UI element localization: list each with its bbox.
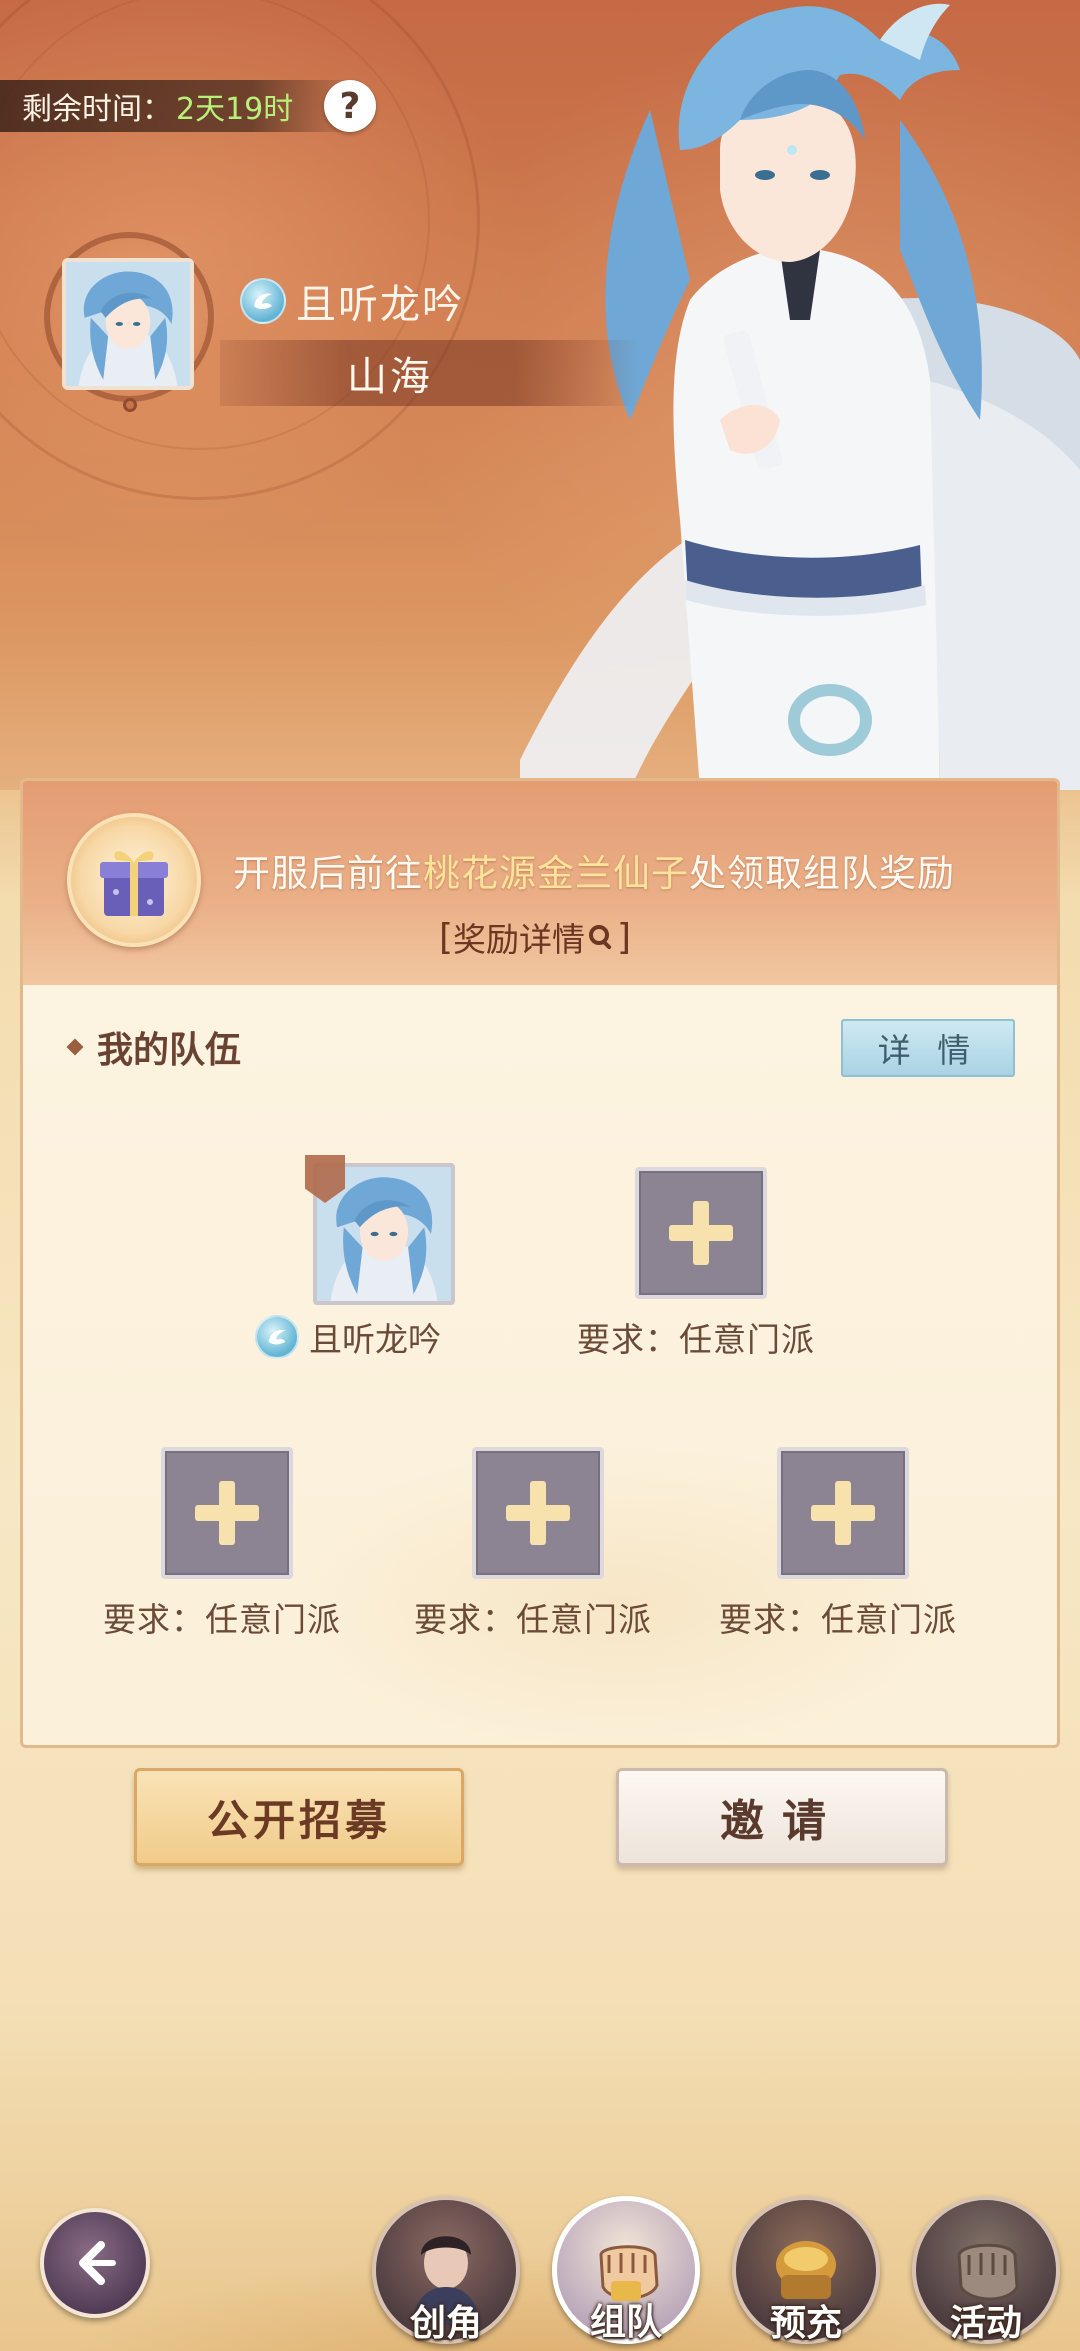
team-member-name: 且听龙吟 xyxy=(309,1320,441,1359)
help-question-icon[interactable]: ? xyxy=(324,80,376,132)
invite-button[interactable]: 邀请 xyxy=(616,1768,948,1866)
magnifier-icon xyxy=(589,925,612,950)
nav-create-character[interactable]: 创角 xyxy=(372,2196,520,2344)
remaining-time-value: 2天19时 xyxy=(176,92,294,127)
reward-text-suffix: 处领取组队奖励 xyxy=(689,852,955,895)
reward-instruction: 开服后前往桃花源金兰仙子处领取组队奖励 xyxy=(233,843,955,897)
my-team-title: 我的队伍 xyxy=(97,1030,242,1071)
nav-label: 创角 xyxy=(409,2303,482,2344)
nav-activity[interactable]: 活动 xyxy=(912,2196,1060,2344)
server-name-band: 山海 xyxy=(220,340,640,406)
nav-label: 预充 xyxy=(769,2303,842,2344)
nav-label: 组队 xyxy=(589,2302,662,2343)
player-name-row: 且听龙吟 xyxy=(240,272,464,330)
public-recruit-button[interactable]: 公开招募 xyxy=(134,1768,464,1866)
plus-icon xyxy=(811,1481,875,1545)
slot-requirement: 要求：任意门派 xyxy=(719,1600,957,1639)
avatar-frame-ornament xyxy=(123,398,137,412)
empty-team-slot[interactable] xyxy=(161,1447,293,1579)
remaining-time-banner: 剩余时间： 2天19时 xyxy=(0,80,360,132)
back-button[interactable] xyxy=(40,2208,150,2318)
plus-icon xyxy=(506,1481,570,1545)
my-team-heading: 我的队伍 xyxy=(66,1021,242,1073)
player-name: 且听龙吟 xyxy=(296,282,464,328)
reward-details-label: 奖励详情 xyxy=(453,920,586,959)
nav-label: 活动 xyxy=(949,2303,1022,2344)
empty-team-slot[interactable] xyxy=(777,1447,909,1579)
plus-icon xyxy=(195,1481,259,1545)
sect-dragon-icon xyxy=(255,1315,299,1359)
reward-header: 开服后前往桃花源金兰仙子处领取组队奖励 [ 奖励详情 ] xyxy=(23,781,1057,985)
nav-team[interactable]: 组队 xyxy=(552,2196,700,2344)
reward-npc-highlight: 桃花源金兰仙子 xyxy=(423,852,689,895)
slot-requirement: 要求：任意门派 xyxy=(414,1600,652,1639)
team-details-button[interactable]: 详 情 xyxy=(841,1019,1015,1077)
sect-dragon-icon xyxy=(240,278,286,324)
bracket-close: ] xyxy=(617,916,632,958)
empty-team-slot[interactable] xyxy=(635,1167,767,1299)
remaining-time-label: 剩余时间： xyxy=(22,92,172,127)
team-panel: 开服后前往桃花源金兰仙子处领取组队奖励 [ 奖励详情 ] 我的队伍 详 情 且听… xyxy=(20,778,1060,1748)
slot-requirement: 要求：任意门派 xyxy=(577,1320,815,1359)
bracket-open: [ xyxy=(439,916,454,958)
reward-details-link[interactable]: [ 奖励详情 ] xyxy=(439,913,631,961)
nav-precharge[interactable]: 预充 xyxy=(732,2196,880,2344)
hero-banner: 剩余时间： 2天19时 ? 且听龙吟 山海 xyxy=(0,0,1080,790)
player-portrait xyxy=(66,262,190,386)
plus-icon xyxy=(669,1201,733,1265)
reward-text-prefix: 开服后前往 xyxy=(233,852,423,895)
team-member-name-row: 且听龙吟 xyxy=(255,1313,441,1361)
server-name: 山海 xyxy=(347,354,433,400)
player-avatar[interactable] xyxy=(62,258,194,390)
slot-requirement: 要求：任意门派 xyxy=(103,1600,341,1639)
empty-team-slot[interactable] xyxy=(472,1447,604,1579)
back-arrow-icon xyxy=(79,2241,116,2285)
gift-box-icon[interactable] xyxy=(67,813,201,947)
diamond-bullet-icon xyxy=(66,1038,84,1056)
